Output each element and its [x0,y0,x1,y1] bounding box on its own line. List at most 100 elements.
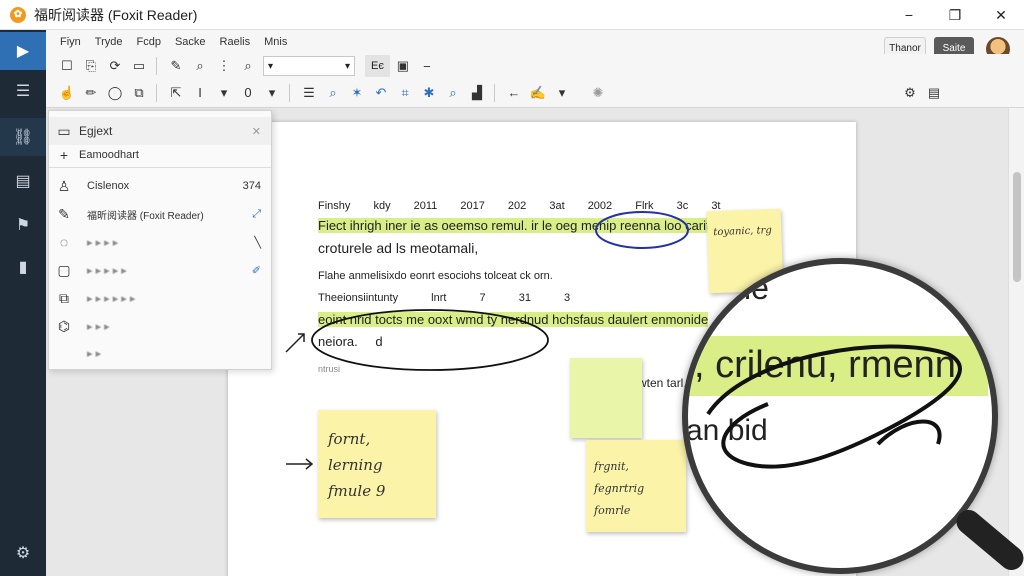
frame-icon: ⧉ [59,289,69,306]
magnified-ink-stroke [706,344,962,469]
select-icon[interactable]: ☐ [56,55,78,77]
copy-icon[interactable]: ⧉ [128,82,150,104]
pen-icon[interactable]: ✐ [252,264,261,277]
arrow-annotation[interactable] [286,458,314,470]
hand-icon[interactable]: ☝ [56,82,78,104]
sticky-note-text: toyanic, trg [713,225,772,239]
panel-add-row[interactable]: + Eamoodhart [49,143,271,167]
zero-icon[interactable]: 0 [237,82,259,104]
lasso-icon[interactable]: ◯ [104,82,126,104]
panel-title: Egjext [79,124,113,138]
panel-item[interactable]: ⌬ ▸ ▸ ▸ [49,313,271,339]
magic-icon[interactable]: ✶ [346,82,368,104]
flag-icon[interactable]: ⚑ [0,206,46,244]
vertical-scrollbar[interactable] [1008,108,1024,576]
line-icon[interactable]: ╲ [254,236,261,249]
node-icon: ⌬ [57,317,71,334]
database-icon[interactable]: ☰ [0,72,46,110]
close-button[interactable]: ✕ [978,0,1024,30]
pen-icon[interactable]: ✎ [165,55,187,77]
panel-item[interactable]: ▸ ▸ [49,341,271,365]
stamp-icon[interactable]: ▟ [466,82,488,104]
chart-icon[interactable]: ▮ [0,248,46,286]
panel-item[interactable]: ▢ ▸ ▸ ▸ ▸ ▸ ✐ [49,257,271,283]
text-cursor-icon[interactable]: I [189,82,211,104]
search-icon[interactable]: ⌕ [189,55,211,77]
arrow-annotation[interactable] [285,333,305,353]
comment-panel: ▭ Egjext ✕ + Eamoodhart ♙ Cislenox 374 ✎… [48,110,272,370]
left-rail: ▶ ☰ ⛓ ▤ ⚑ ▮ ⚙ [0,30,46,576]
zoom-dropdown[interactable]: ▾ ▾ [263,56,355,76]
menu-share[interactable]: Sacke [175,36,206,48]
panel-item-label: ▸ ▸ [87,347,102,360]
arrow-left-icon[interactable]: ← [503,82,525,104]
magnifier-lens: ie , crilenu, rmenn an bid [682,258,998,574]
zoom-icon[interactable]: ⌕ [237,55,259,77]
menu-bar: Fiyn Tryde Fcdp Sacke Raelis Mnis [46,30,1024,54]
comment-icon: ▭ [57,122,71,139]
list-icon[interactable]: ☰ [298,82,320,104]
expand-icon[interactable]: ⤢ [252,208,261,221]
plus-icon[interactable]: + [49,147,79,163]
user-icon: ♙ [57,177,71,194]
undo-icon[interactable]: ↶ [370,82,392,104]
brush-icon: ✎ [58,205,70,222]
panel-item-label: Cislenox [87,180,130,192]
image-icon[interactable]: ▣ [392,55,414,77]
toolbar-annotate: ☝ ✏ ◯ ⧉ ⇱ I ▾ 0 ▾ ☰ ⌕ ✶ ↶ ⌗ ✱ ⌕ ▟ ← ✍ ▾ … [46,78,1024,108]
panel-item-label: 福昕阅读器 (Foxit Reader) [87,210,204,222]
panel-item[interactable]: ✎ 福昕阅读器 (Foxit Reader) ⤢ [49,201,271,227]
home-icon[interactable]: ▶ [0,32,46,70]
sticky-note-blank[interactable] [570,358,642,438]
magnified-ink-stroke [876,419,942,446]
black-ink-circle[interactable] [311,309,549,371]
grid-icon[interactable]: ⋮ [213,55,235,77]
chevron-down-icon: ▾ [344,60,350,72]
panel-item[interactable]: ♙ Cislenox 374 [49,173,271,199]
crop-icon[interactable]: ⌗ [394,82,416,104]
signature-icon[interactable]: ✍ [527,82,549,104]
star-icon[interactable]: ✱ [418,82,440,104]
panel-item-label: ▸ ▸ ▸ [87,320,110,333]
sticky-note-text: frgnit, fegnrtrig [594,460,645,495]
share-icon[interactable]: ⛓ [0,118,46,156]
pencil-icon[interactable]: ✏ [80,82,102,104]
document-icon[interactable]: ▭ [128,55,150,77]
panel-item[interactable]: ⧉ ▸ ▸ ▸ ▸ ▸ ▸ [49,285,271,311]
chevron-down-icon[interactable]: ▾ [213,82,235,104]
minus-icon[interactable]: − [416,55,438,77]
scroll-thumb[interactable] [1013,172,1021,282]
panel-subheader: Eamoodhart [79,149,139,161]
panel-toggle-icon[interactable]: ▤ [923,82,945,104]
chevron-down-icon[interactable]: ▾ [551,82,573,104]
sticky-note-text: fmule 9 [328,482,386,500]
minimize-button[interactable]: − [886,0,932,30]
sticky-note[interactable]: fornt, lerning fmule 9 [318,410,436,518]
foxit-logo-icon: ✿ [10,6,26,23]
menu-edit[interactable]: Fcdp [137,36,161,48]
sticky-note[interactable]: frgnit, fegnrtrig fomrle [586,440,686,532]
find-icon[interactable]: ⌕ [322,82,344,104]
settings-icon[interactable]: ⚙ [0,534,46,572]
snapshot-icon[interactable]: ⎘ [80,55,102,77]
maximize-button[interactable]: ❐ [932,0,978,30]
magnifier-icon[interactable]: ⌕ [442,82,464,104]
menu-review[interactable]: Raelis [220,36,251,48]
rotate-icon[interactable]: ⟳ [104,55,126,77]
menu-more[interactable]: Mnis [264,36,287,48]
chevron-down-icon[interactable]: ▾ [261,82,283,104]
separator [289,83,290,102]
text-tool-button[interactable]: Eє [365,55,390,77]
menu-tools[interactable]: Tryde [95,36,123,48]
window-controls: − ❐ ✕ [886,0,1024,30]
plugin-icon[interactable]: ⚙ [899,82,921,104]
layers-icon[interactable]: ▤ [0,162,46,200]
export-icon[interactable]: ⇱ [165,82,187,104]
blue-ink-circle[interactable] [595,211,689,249]
panel-item[interactable]: ◌ ▸ ▸ ▸ ▸ ╲ [49,229,271,255]
magnified-ink [706,344,962,469]
loading-icon: ✺ [592,84,604,100]
close-icon[interactable]: ✕ [252,125,261,138]
zoom-caret-left: ▾ [268,60,274,72]
menu-file[interactable]: Fiyn [60,36,81,48]
